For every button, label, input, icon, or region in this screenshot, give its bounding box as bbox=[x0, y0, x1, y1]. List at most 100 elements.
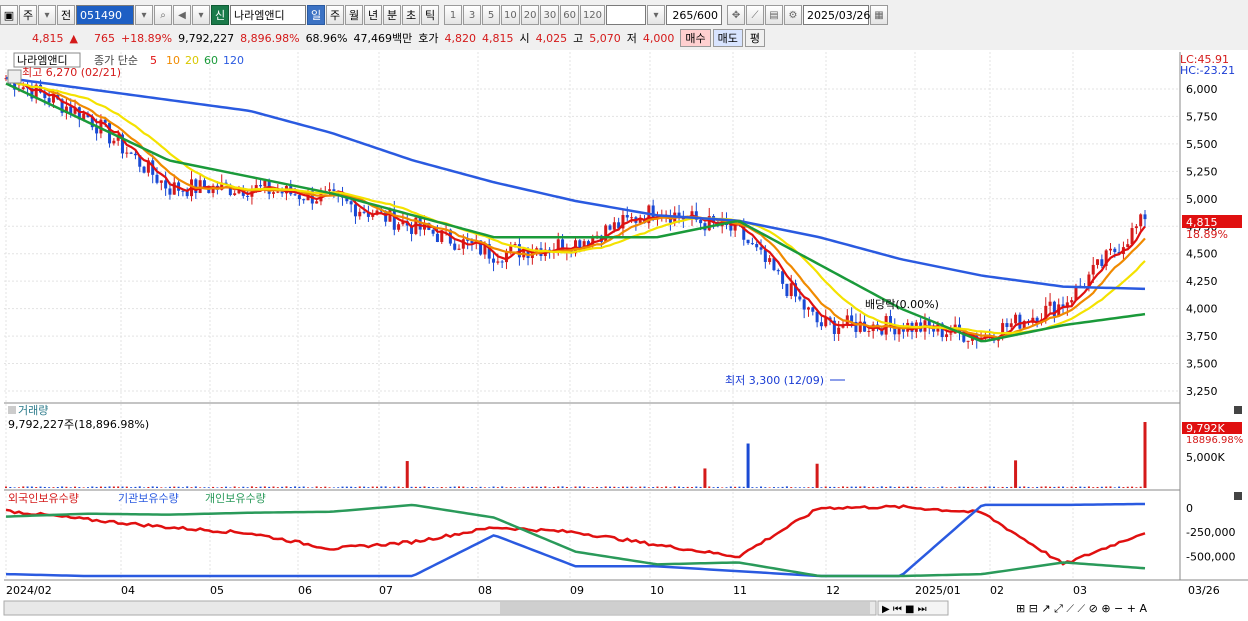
period-year[interactable]: 년 bbox=[364, 5, 382, 25]
volume-bar bbox=[156, 486, 159, 488]
volume-bar bbox=[1001, 486, 1004, 488]
period-month[interactable]: 월 bbox=[345, 5, 363, 25]
volume-bar bbox=[945, 487, 948, 488]
interval-60[interactable]: 60 bbox=[560, 5, 579, 25]
volume-bar bbox=[984, 486, 987, 488]
interval-30[interactable]: 30 bbox=[540, 5, 560, 25]
period-day[interactable]: 일 bbox=[307, 5, 325, 25]
close-icon[interactable] bbox=[1234, 492, 1242, 500]
volume-bar bbox=[660, 487, 663, 488]
save-icon[interactable]: ▤ bbox=[765, 5, 784, 25]
volume-bar bbox=[678, 486, 681, 488]
volume-bar bbox=[794, 487, 797, 488]
volume-bar bbox=[281, 486, 284, 488]
interval-dropdown-icon[interactable]: ▾ bbox=[647, 5, 666, 25]
volume-bar bbox=[807, 487, 810, 488]
interval-3[interactable]: 3 bbox=[463, 5, 481, 25]
volume-spike bbox=[703, 468, 707, 488]
period-tick[interactable]: 틱 bbox=[421, 5, 439, 25]
volume-panel-icon[interactable] bbox=[8, 406, 16, 414]
code-dropdown-icon[interactable]: ▾ bbox=[135, 5, 153, 25]
nav-play-icon[interactable]: ▶ ⏮ ■ ⏭ bbox=[882, 604, 927, 615]
quote-open: 4,025 bbox=[535, 31, 568, 45]
volume-bar bbox=[436, 487, 439, 488]
candle-body bbox=[1005, 323, 1009, 327]
volume-bar bbox=[453, 486, 456, 488]
candle-body bbox=[1143, 214, 1147, 220]
holding-y-tick: 0 bbox=[1186, 502, 1193, 515]
scroll-thumb[interactable] bbox=[500, 602, 870, 614]
volume-bar bbox=[885, 486, 888, 488]
candle-body bbox=[280, 191, 284, 194]
volume-bar bbox=[272, 486, 275, 488]
candle-body bbox=[259, 185, 263, 187]
chevron-down-icon[interactable]: ▾ bbox=[38, 5, 56, 25]
volume-bar bbox=[764, 487, 767, 488]
buy-button[interactable]: 매수 bbox=[680, 29, 711, 47]
date-input[interactable]: 2025/03/26 bbox=[803, 5, 870, 25]
sell-button[interactable]: 매도 bbox=[712, 29, 743, 47]
volume-bar bbox=[898, 486, 901, 488]
volume-bar bbox=[1070, 486, 1073, 488]
volume-bar bbox=[229, 487, 232, 488]
candle-body bbox=[112, 140, 116, 144]
tab-all[interactable]: 전 bbox=[57, 5, 75, 25]
speaker-icon[interactable]: ◀ bbox=[173, 5, 191, 25]
candle-body bbox=[129, 152, 133, 154]
quote-hoga-label: 호가 bbox=[418, 32, 439, 45]
speaker-chevron-icon[interactable]: ▾ bbox=[192, 5, 210, 25]
volume-bar bbox=[867, 487, 870, 488]
candle-body bbox=[500, 261, 504, 263]
volume-bar bbox=[86, 487, 89, 488]
stock-chart[interactable]: 나라엠앤디 종가 단순 5 10 20 60 120 최고 6,270 (02/… bbox=[0, 50, 1248, 621]
volume-bar bbox=[121, 486, 124, 488]
volume-bar bbox=[893, 487, 896, 488]
draw-icon[interactable]: ⟋ bbox=[746, 5, 765, 25]
volume-bar bbox=[414, 486, 417, 488]
volume-bar bbox=[1031, 487, 1034, 488]
volume-bar bbox=[432, 487, 435, 488]
volume-bar bbox=[285, 486, 288, 488]
volume-bar bbox=[1044, 486, 1047, 488]
eval-toggle-button[interactable]: 평 bbox=[744, 29, 765, 47]
calendar-icon[interactable]: ▦ bbox=[870, 5, 889, 25]
ma10-legend: 10 bbox=[166, 54, 180, 67]
period-minute[interactable]: 분 bbox=[383, 5, 401, 25]
close-icon[interactable] bbox=[1234, 406, 1242, 414]
candle-body bbox=[297, 195, 301, 200]
volume-bar bbox=[332, 487, 335, 488]
volume-bar bbox=[768, 487, 771, 488]
interval-10[interactable]: 10 bbox=[501, 5, 520, 25]
volume-bar bbox=[268, 486, 271, 488]
period-second[interactable]: 초 bbox=[402, 5, 420, 25]
zoom-icons[interactable]: ⊞ ⊟ ↗ ⤢ ⟋ ⟋ ⊘ ⊕ − + A bbox=[1016, 602, 1147, 615]
price-y-tick: 5,250 bbox=[1186, 165, 1218, 178]
panel-icon[interactable] bbox=[7, 69, 22, 84]
tab-main[interactable]: 주 bbox=[19, 5, 37, 25]
crosshair-icon[interactable]: ✥ bbox=[727, 5, 746, 25]
gear-icon[interactable]: ⚙ bbox=[784, 5, 803, 25]
volume-bar bbox=[130, 487, 133, 488]
interval-120[interactable]: 120 bbox=[579, 5, 606, 25]
interval-1[interactable]: 1 bbox=[444, 5, 462, 25]
volume-bar bbox=[440, 487, 443, 488]
volume-bar bbox=[462, 486, 465, 488]
interval-5[interactable]: 5 bbox=[482, 5, 500, 25]
window-icon[interactable]: ▣ bbox=[0, 5, 18, 25]
x-axis-label: 12 bbox=[826, 584, 840, 597]
price-y-tick: 5,000 bbox=[1186, 193, 1218, 206]
volume-bar bbox=[35, 487, 38, 488]
quote-volume-pct: 8,896.98% bbox=[240, 31, 300, 45]
volume-bar bbox=[712, 487, 715, 488]
search-icon[interactable]: ⌕ bbox=[154, 5, 172, 25]
volume-bar bbox=[846, 486, 849, 488]
count-input[interactable]: 265/600 bbox=[666, 5, 723, 25]
legend-individual: 개인보유수량 bbox=[205, 492, 266, 505]
period-week[interactable]: 주 bbox=[326, 5, 344, 25]
interval-custom-input[interactable] bbox=[606, 5, 647, 25]
candle-body bbox=[435, 233, 439, 242]
stock-code-input[interactable]: 051490 bbox=[76, 5, 134, 25]
interval-20[interactable]: 20 bbox=[520, 5, 540, 25]
current-volume-tag: 9,792K bbox=[1186, 422, 1225, 435]
candle-body bbox=[781, 271, 785, 284]
